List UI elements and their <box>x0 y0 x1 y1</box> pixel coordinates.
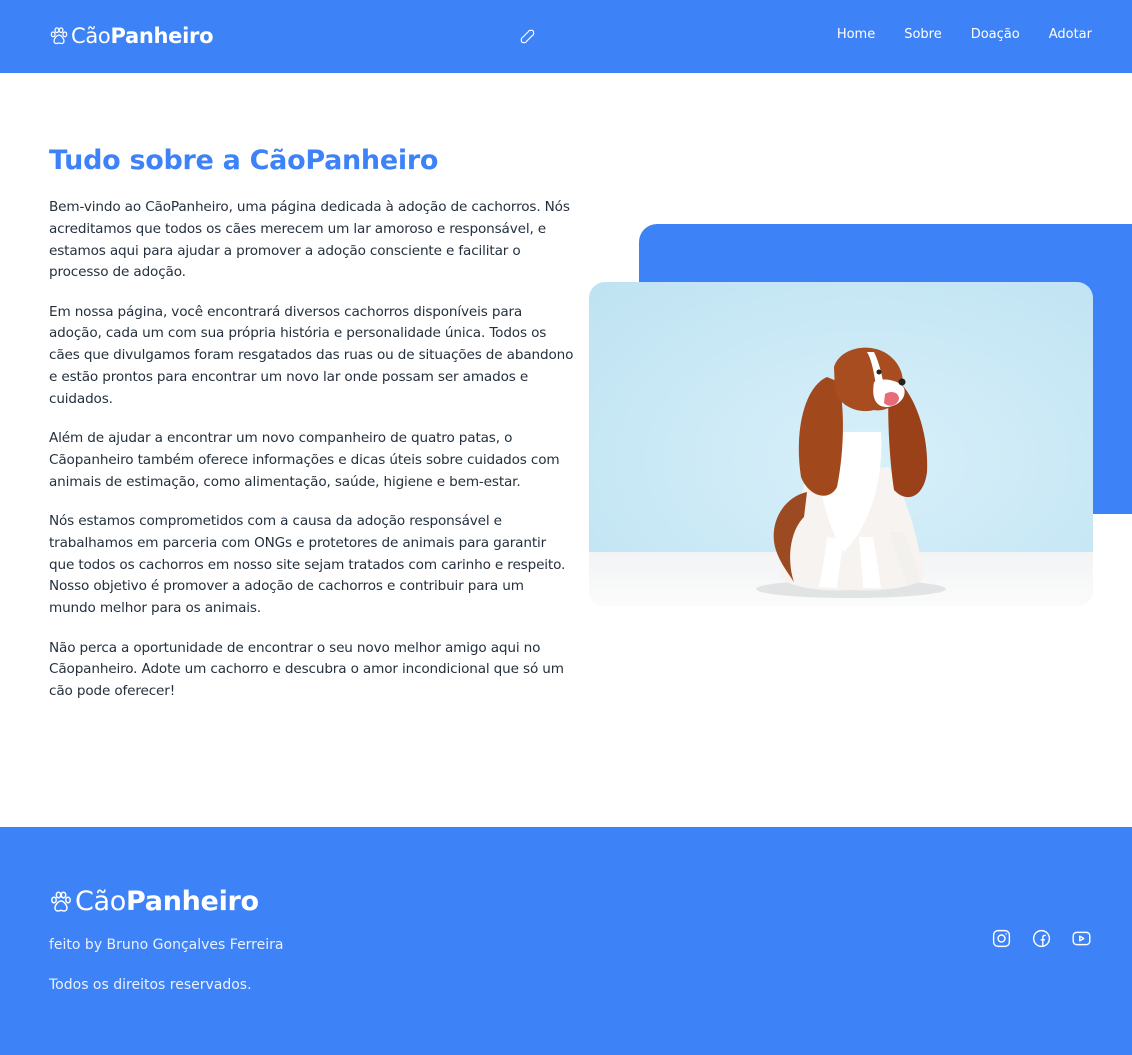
about-paragraph: Nós estamos comprometidos com a causa da… <box>49 513 566 617</box>
about-paragraph: Não perca a oportunidade de encontrar o … <box>49 639 564 700</box>
page-title: Tudo sobre a CãoPanheiro <box>49 145 439 176</box>
header-logo[interactable]: CãoPanheiro <box>49 24 214 48</box>
about-paragraph: Em nossa página, você encontrará diverso… <box>49 303 574 407</box>
nav-link-adotar[interactable]: Adotar <box>1049 27 1092 42</box>
about-paragraph: Bem-vindo ao CãoPanheiro, uma página ded… <box>49 199 570 281</box>
nav-link-home[interactable]: Home <box>837 27 875 42</box>
nav-link-sobre[interactable]: Sobre <box>904 27 942 42</box>
logo-text-light: Cão <box>75 886 127 917</box>
logo-text-light: Cão <box>71 24 111 48</box>
footer-rights: Todos os direitos reservados. <box>49 977 252 993</box>
site-footer: CãoPanheiro feito by Bruno Gonçalves Fer… <box>0 827 1132 1055</box>
facebook-icon[interactable] <box>1031 928 1052 949</box>
site-header: CãoPanheiro Home Sobre Doação Adotar <box>0 0 1132 73</box>
paw-icon <box>51 890 71 912</box>
social-links <box>972 928 1092 949</box>
dog-photo <box>589 282 1093 606</box>
instagram-icon[interactable] <box>991 928 1012 949</box>
logo-text-bold: Panheiro <box>126 886 259 917</box>
logo-text-bold: Panheiro <box>110 24 214 48</box>
footer-logo[interactable]: CãoPanheiro <box>49 886 259 917</box>
paw-icon <box>50 27 68 45</box>
main-nav: Home Sobre Doação Adotar <box>808 27 1092 42</box>
footer-credits: feito by Bruno Gonçalves Ferreira <box>49 937 284 953</box>
nav-link-doacao[interactable]: Doação <box>971 27 1020 42</box>
about-content: Bem-vindo ao CãoPanheiro, uma página ded… <box>49 197 574 720</box>
youtube-icon[interactable] <box>1071 928 1092 949</box>
about-paragraph: Além de ajudar a encontrar um novo compa… <box>49 430 560 490</box>
bone-icon[interactable] <box>519 28 536 45</box>
